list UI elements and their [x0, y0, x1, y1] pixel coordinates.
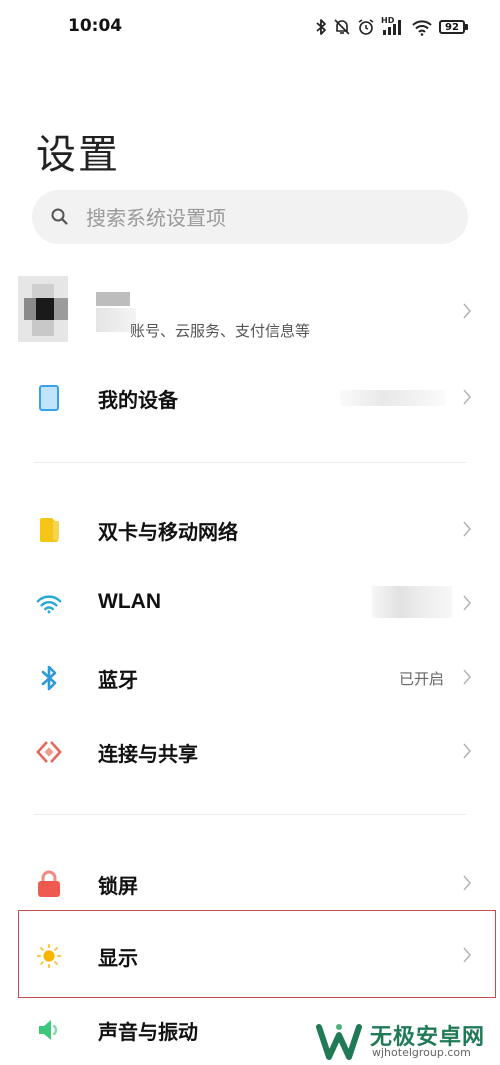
page-title: 设置 — [36, 132, 120, 178]
account-name-blurred — [96, 292, 130, 306]
bluetooth-icon — [316, 19, 326, 35]
chevron-right-icon — [463, 669, 472, 685]
status-time: 10:04 — [68, 16, 123, 36]
row-label: 连接与共享 — [98, 742, 198, 766]
account-row[interactable]: 账号、云服务、支付信息等 — [0, 268, 500, 348]
chevron-right-icon — [463, 389, 472, 405]
watermark: 无极安卓网 wjhotelgroup.com — [316, 1017, 500, 1063]
device-name-blurred — [340, 390, 446, 406]
alarm-icon — [358, 19, 374, 35]
settings-row-lock-screen[interactable]: 锁屏 — [0, 852, 500, 914]
row-label: 声音与振动 — [98, 1020, 198, 1044]
row-label: 蓝牙 — [98, 668, 138, 692]
lock-icon — [36, 870, 62, 897]
battery-level: 92 — [439, 20, 465, 34]
settings-row-wlan[interactable]: WLAN — [0, 572, 500, 634]
wifi-icon — [412, 20, 432, 36]
settings-row-bluetooth[interactable]: 蓝牙 已开启 — [0, 646, 500, 708]
sun-icon — [36, 943, 62, 969]
device-icon — [36, 385, 62, 411]
row-label: 锁屏 — [98, 874, 138, 898]
divider — [34, 814, 466, 815]
row-label: 显示 — [98, 946, 138, 970]
account-subtitle: 账号、云服务、支付信息等 — [130, 322, 311, 340]
status-icons: HD 92 — [315, 14, 468, 40]
avatar — [18, 276, 68, 342]
chevron-right-icon — [463, 947, 472, 963]
wlan-name-blurred — [372, 586, 452, 618]
row-label: 我的设备 — [98, 388, 178, 412]
status-bar: 10:04 HD 92 — [0, 0, 500, 56]
settings-row-my-device[interactable]: 我的设备 — [0, 366, 500, 428]
connect-share-icon — [36, 739, 62, 765]
chevron-right-icon — [463, 303, 472, 319]
settings-row-connect-share[interactable]: 连接与共享 — [0, 720, 500, 782]
watermark-url: wjhotelgroup.com — [372, 1046, 471, 1059]
battery-icon: 92 — [439, 20, 468, 34]
mute-bell-icon — [334, 19, 350, 35]
bluetooth-status: 已开启 — [398, 670, 444, 688]
sim-card-icon — [36, 517, 62, 543]
settings-row-display[interactable]: 显示 — [0, 924, 500, 986]
speaker-icon — [36, 1017, 62, 1043]
wifi-icon — [36, 591, 62, 617]
settings-row-sim[interactable]: 双卡与移动网络 — [0, 498, 500, 560]
chevron-right-icon — [463, 743, 472, 759]
search-icon — [51, 208, 68, 225]
chevron-right-icon — [463, 521, 472, 537]
search-bar[interactable] — [32, 190, 468, 246]
row-label: 双卡与移动网络 — [98, 520, 238, 544]
watermark-logo-icon — [316, 1024, 362, 1060]
bluetooth-icon — [36, 665, 62, 691]
chevron-right-icon — [463, 875, 472, 891]
divider — [34, 462, 466, 463]
chevron-right-icon — [463, 595, 472, 611]
search-input[interactable] — [84, 190, 458, 246]
row-label: WLAN — [98, 590, 161, 613]
hd-signal-icon: HD — [381, 16, 405, 36]
